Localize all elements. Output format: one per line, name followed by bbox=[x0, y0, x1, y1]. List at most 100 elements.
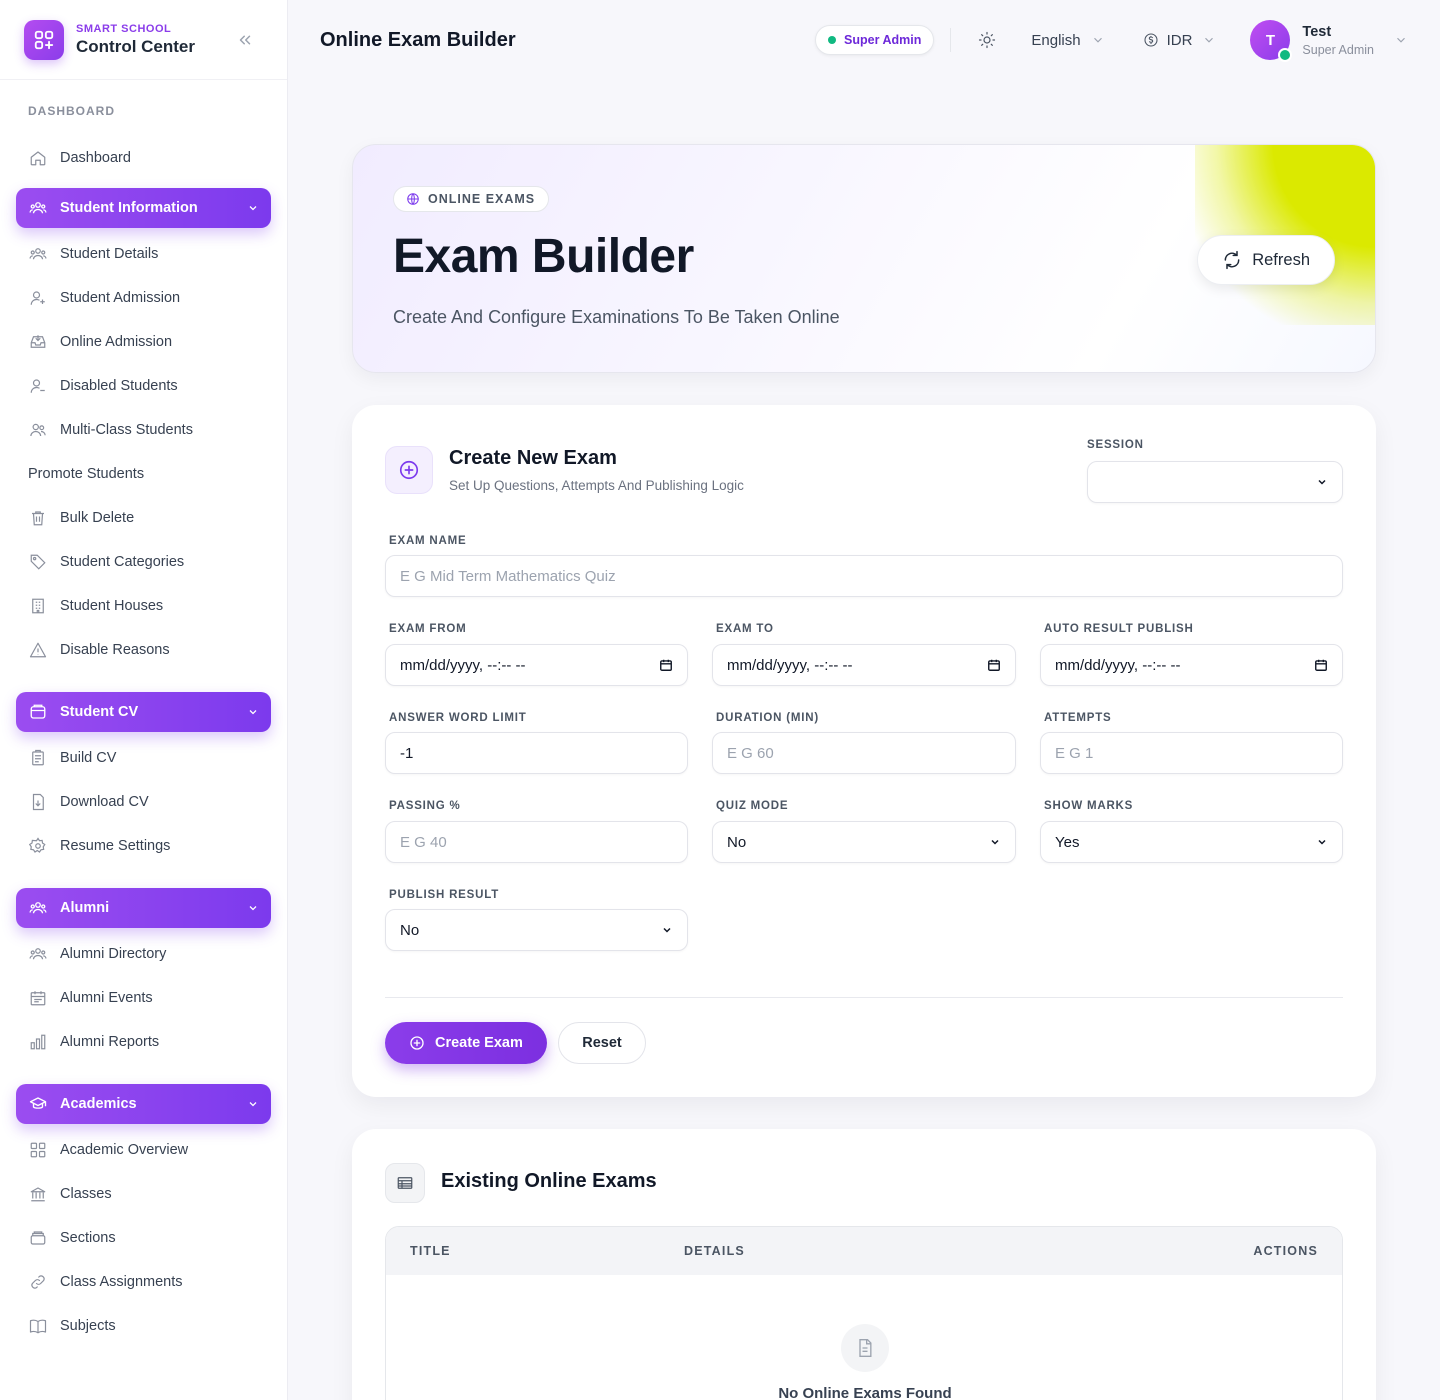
users-icon bbox=[28, 944, 48, 964]
role-badge-label: Super Admin bbox=[844, 33, 922, 47]
answer-word-limit-label: ANSWER WORD LIMIT bbox=[389, 712, 527, 724]
auto-result-publish-value: mm/dd/yyyy, --:-- -- bbox=[1055, 656, 1181, 674]
show-marks-select[interactable]: Yes bbox=[1040, 821, 1343, 863]
column-header-actions: ACTIONS bbox=[1253, 1244, 1318, 1258]
sidebar-item-alumni-events[interactable]: Alumni Events bbox=[16, 976, 271, 1020]
sidebar-item-label: Classes bbox=[60, 1186, 112, 1202]
language-selector[interactable]: English bbox=[1031, 32, 1104, 49]
passing-label: PASSING % bbox=[389, 800, 461, 812]
sidebar-item-download-cv[interactable]: Download CV bbox=[16, 780, 271, 824]
group-label: Academics bbox=[60, 1096, 137, 1112]
sidebar-item-class-assignments[interactable]: Class Assignments bbox=[16, 1260, 271, 1304]
users-icon bbox=[28, 244, 48, 264]
sidebar-item-label: Academic Overview bbox=[60, 1142, 189, 1158]
role-badge: Super Admin bbox=[815, 25, 935, 55]
passing-field[interactable] bbox=[385, 821, 688, 863]
sidebar-group-alumni[interactable]: Alumni bbox=[16, 888, 271, 928]
section-badge: ONLINE EXAMS bbox=[393, 186, 550, 212]
user-plus-icon bbox=[28, 288, 48, 308]
duration-field[interactable] bbox=[712, 732, 1016, 774]
calendar-icon[interactable] bbox=[1314, 658, 1328, 672]
sidebar-item-multi-class-students[interactable]: Multi-Class Students bbox=[16, 408, 271, 452]
exam-to-value: mm/dd/yyyy, --:-- -- bbox=[727, 656, 853, 674]
sidebar-item-resume-settings[interactable]: Resume Settings bbox=[16, 824, 271, 868]
passing-input[interactable] bbox=[400, 833, 673, 851]
sidebar-item-alumni-directory[interactable]: Alumni Directory bbox=[16, 932, 271, 976]
reset-button[interactable]: Reset bbox=[558, 1022, 646, 1064]
sidebar-item-bulk-delete[interactable]: Bulk Delete bbox=[16, 496, 271, 540]
plus-circle-icon bbox=[409, 1035, 425, 1051]
sidebar-item-student-houses[interactable]: Student Houses bbox=[16, 584, 271, 628]
sidebar-item-build-cv[interactable]: Build CV bbox=[16, 736, 271, 780]
avatar: T bbox=[1250, 20, 1293, 62]
exam-from-input[interactable]: mm/dd/yyyy, --:-- -- bbox=[385, 644, 688, 686]
sidebar-item-label: Subjects bbox=[60, 1318, 116, 1334]
sidebar-item-student-admission[interactable]: Student Admission bbox=[16, 276, 271, 320]
inbox-icon bbox=[28, 332, 48, 352]
duration-input[interactable] bbox=[727, 744, 1001, 762]
sidebar-item-academic-overview[interactable]: Academic Overview bbox=[16, 1128, 271, 1172]
sidebar-item-disable-reasons[interactable]: Disable Reasons bbox=[16, 628, 271, 672]
exam-name-field[interactable] bbox=[385, 555, 1343, 597]
sidebar-item-dashboard[interactable]: Dashboard bbox=[16, 136, 271, 180]
chevron-down-icon bbox=[661, 924, 673, 936]
sidebar-item-label: Alumni Reports bbox=[60, 1034, 160, 1050]
chevron-down-icon bbox=[1202, 33, 1216, 47]
refresh-button[interactable]: Refresh bbox=[1197, 235, 1335, 285]
duration-label: DURATION (MIN) bbox=[716, 712, 819, 724]
sidebar-item-online-admission[interactable]: Online Admission bbox=[16, 320, 271, 364]
sidebar-item-label: Online Admission bbox=[60, 334, 173, 350]
hero-title: Exam Builder bbox=[393, 230, 694, 283]
sidebar-item-promote-students[interactable]: Promote Students bbox=[16, 452, 271, 496]
sidebar-item-classes[interactable]: Classes bbox=[16, 1172, 271, 1216]
empty-file-icon bbox=[841, 1324, 889, 1372]
currency-selector[interactable]: IDR bbox=[1143, 32, 1217, 49]
publish-result-label: PUBLISH RESULT bbox=[389, 889, 500, 901]
trash-icon bbox=[28, 508, 48, 528]
sidebar-item-label: Alumni Events bbox=[60, 990, 153, 1006]
chevron-down-icon bbox=[1316, 476, 1328, 488]
link-icon bbox=[28, 1272, 48, 1292]
exam-name-input[interactable] bbox=[400, 567, 1328, 585]
home-icon bbox=[28, 148, 48, 168]
user-menu[interactable]: T Test Super Admin bbox=[1250, 20, 1408, 62]
sidebar-item-label: Alumni Directory bbox=[60, 946, 167, 962]
sidebar-item-student-categories[interactable]: Student Categories bbox=[16, 540, 271, 584]
user-group-icon bbox=[28, 420, 48, 440]
building-icon bbox=[28, 596, 48, 616]
sidebar-item-disabled-students[interactable]: Disabled Students bbox=[16, 364, 271, 408]
sidebar-group-student-information[interactable]: Student Information bbox=[16, 188, 271, 228]
publish-result-select[interactable]: No bbox=[385, 909, 688, 951]
sidebar-item-alumni-reports[interactable]: Alumni Reports bbox=[16, 1020, 271, 1064]
quiz-mode-select[interactable]: No bbox=[712, 821, 1016, 863]
collapse-sidebar-icon[interactable] bbox=[233, 28, 257, 52]
graduation-cap-icon bbox=[28, 1094, 48, 1114]
list-title: Existing Online Exams bbox=[441, 1170, 657, 1192]
user-minus-icon bbox=[28, 376, 48, 396]
plus-circle-icon bbox=[385, 446, 433, 494]
attempts-field[interactable] bbox=[1040, 732, 1343, 774]
globe-icon bbox=[406, 192, 420, 206]
session-select[interactable] bbox=[1087, 461, 1343, 503]
sidebar-item-label: Class Assignments bbox=[60, 1274, 183, 1290]
create-exam-button[interactable]: Create Exam bbox=[385, 1022, 547, 1064]
sidebar-item-label: Resume Settings bbox=[60, 838, 171, 854]
answer-word-limit-value: -1 bbox=[400, 744, 414, 762]
theme-toggle-sun-icon[interactable] bbox=[971, 24, 1003, 56]
sidebar-item-student-details[interactable]: Student Details bbox=[16, 232, 271, 276]
auto-result-publish-input[interactable]: mm/dd/yyyy, --:-- -- bbox=[1040, 644, 1343, 686]
calendar-icon[interactable] bbox=[987, 658, 1001, 672]
attempts-input[interactable] bbox=[1055, 744, 1328, 762]
sidebar-group-student-cv[interactable]: Student CV bbox=[16, 692, 271, 732]
sidebar-item-subjects[interactable]: Subjects bbox=[16, 1304, 271, 1348]
card-title: Create New Exam bbox=[449, 447, 617, 469]
sidebar-item-label: Multi-Class Students bbox=[60, 422, 193, 438]
create-exam-label: Create Exam bbox=[435, 1035, 523, 1051]
calendar-icon[interactable] bbox=[659, 658, 673, 672]
sidebar-group-academics[interactable]: Academics bbox=[16, 1084, 271, 1124]
answer-word-limit-input[interactable]: -1 bbox=[385, 732, 688, 774]
sidebar-item-sections[interactable]: Sections bbox=[16, 1216, 271, 1260]
show-marks-value: Yes bbox=[1055, 833, 1080, 851]
card-subtitle: Set Up Questions, Attempts And Publishin… bbox=[449, 478, 744, 493]
exam-to-input[interactable]: mm/dd/yyyy, --:-- -- bbox=[712, 644, 1016, 686]
